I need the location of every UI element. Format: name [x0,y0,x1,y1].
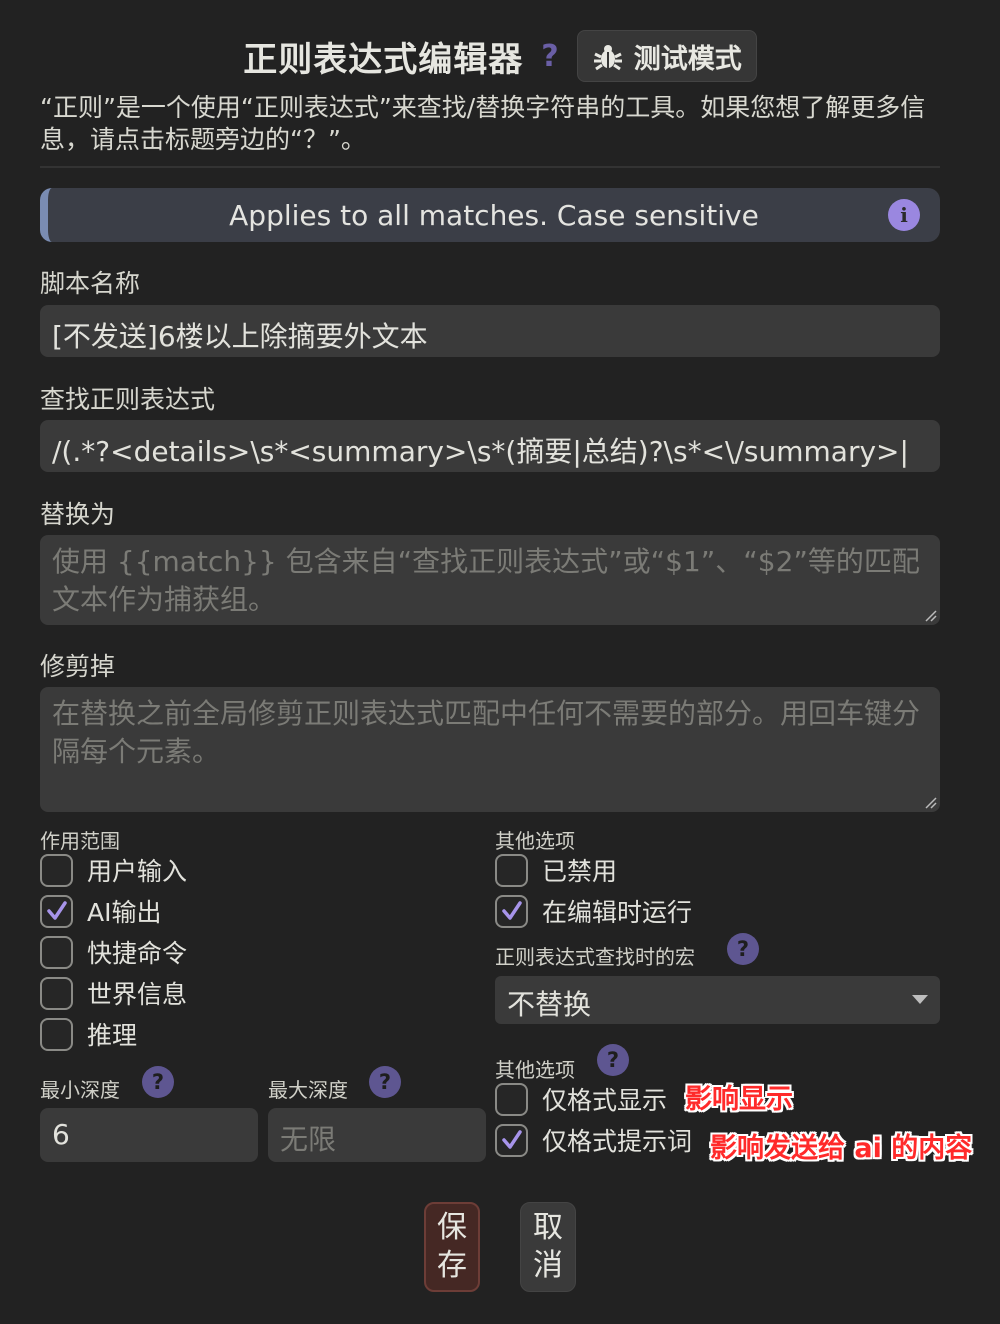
annotation-send-to-ai: 影响发送给 ai 的内容 [710,1133,973,1164]
resize-handle-icon[interactable] [923,795,937,809]
scope-label: 作用范围 [40,829,120,853]
max-depth-label: 最大深度 [268,1078,348,1102]
info-icon: i [888,199,920,231]
find-regex-label: 查找正则表达式 [40,385,216,414]
checkmark-icon [46,901,67,920]
replace-with-placeholder: 使用 {{match}} 包含来自“查找正则表达式”或“$1”、“$2”等的匹配… [52,545,920,616]
checkbox-label: 推理 [87,1021,138,1050]
macro-help-icon[interactable]: ? [727,933,759,965]
disabled-checkbox[interactable]: 已禁用 [495,852,617,888]
scope-world-info-checkbox[interactable]: 世界信息 [40,975,187,1011]
save-button-char-1: 保 [437,1210,467,1245]
description: “正则”是一个使用“正则表达式”来查找/替换字符串的工具。如果您想了解更多信息，… [40,93,926,154]
checkbox-label: 世界信息 [87,980,188,1009]
info-banner: Applies to all matches. Case sensitive i [40,188,940,242]
cancel-button-char-1: 取 [533,1210,563,1245]
replace-with-textarea[interactable]: 使用 {{match}} 包含来自“查找正则表达式”或“$1”、“$2”等的匹配… [40,535,940,625]
checkbox-unchecked[interactable] [40,976,73,1010]
divider [40,166,940,168]
checkbox-unchecked[interactable] [40,853,73,887]
checkbox-unchecked[interactable] [495,853,528,887]
chevron-down-icon [912,995,928,1004]
checkbox-checked[interactable] [495,894,528,928]
checkbox-unchecked[interactable] [40,935,73,969]
scope-reasoning-checkbox[interactable]: 推理 [40,1016,137,1052]
test-mode-button[interactable]: 测试模式 [576,30,757,82]
other-options-2-label: 其他选项 [495,1058,575,1082]
macro-select[interactable]: 不替换 [495,976,940,1024]
script-name-input[interactable]: [不发送]6楼以上除摘要外文本 [40,305,940,357]
scope-ai-output-checkbox[interactable]: AI输出 [40,893,161,929]
trim-out-label: 修剪掉 [40,652,116,681]
regex-editor-dialog: 正则表达式编辑器 ? 测试模式 “正则”是一个使用“正则表达式”来查找/替换字符… [0,0,1000,1324]
title-help-icon[interactable]: ? [541,39,558,74]
min-depth-help-icon[interactable]: ? [142,1066,174,1098]
other-options-help-icon[interactable]: ? [597,1044,629,1076]
checkmark-icon [501,1130,522,1149]
save-button[interactable]: 保 存 [424,1202,480,1292]
resize-handle-icon[interactable] [923,608,937,622]
annotation-display: 影响显示 [685,1084,793,1115]
run-on-edit-checkbox[interactable]: 在编辑时运行 [495,893,692,929]
checkbox-label: 仅格式提示词 [542,1127,693,1156]
test-mode-label: 测试模式 [633,43,742,75]
other-options-label: 其他选项 [495,829,575,853]
find-regex-input[interactable]: /(.*?<details>\s*<summary>\s*(摘要|总结)?\s*… [40,420,940,472]
checkbox-label: 已禁用 [542,857,618,886]
macro-label: 正则表达式查找时的宏 [495,945,695,969]
prompt-only-checkbox[interactable]: 仅格式提示词 [495,1122,692,1158]
page-title: 正则表达式编辑器 [243,39,524,80]
checkbox-checked[interactable] [40,894,73,928]
checkbox-unchecked[interactable] [40,1017,73,1051]
markdown-only-checkbox[interactable]: 仅格式显示 [495,1081,667,1117]
scope-user-input-checkbox[interactable]: 用户输入 [40,852,187,888]
checkbox-checked[interactable] [495,1123,528,1157]
checkmark-icon [501,901,522,920]
bug-icon [593,45,622,71]
trim-out-textarea[interactable]: 在替换之前全局修剪正则表达式匹配中任何不需要的部分。用回车键分隔每个元素。 [40,687,940,812]
save-button-char-2: 存 [437,1248,467,1283]
min-depth-label: 最小深度 [40,1078,120,1102]
replace-with-label: 替换为 [40,500,116,529]
max-depth-input[interactable]: 无限 [268,1108,486,1162]
min-depth-input[interactable]: 6 [40,1108,258,1162]
trim-out-placeholder: 在替换之前全局修剪正则表达式匹配中任何不需要的部分。用回车键分隔每个元素。 [52,697,921,768]
macro-select-value: 不替换 [507,988,592,1021]
checkbox-label: 用户输入 [87,857,188,886]
checkbox-label: 在编辑时运行 [542,898,693,927]
max-depth-help-icon[interactable]: ? [369,1066,401,1098]
cancel-button[interactable]: 取 消 [520,1202,576,1292]
script-name-label: 脚本名称 [40,269,141,298]
checkbox-label: AI输出 [87,898,162,927]
checkbox-unchecked[interactable] [495,1082,528,1116]
title-row: 正则表达式编辑器 ? 测试模式 [0,30,1000,82]
checkbox-label: 快捷命令 [87,939,188,968]
checkbox-label: 仅格式显示 [542,1086,668,1115]
info-banner-text: Applies to all matches. Case sensitive [229,198,759,232]
scope-slash-commands-checkbox[interactable]: 快捷命令 [40,934,187,970]
cancel-button-char-2: 消 [533,1248,563,1283]
